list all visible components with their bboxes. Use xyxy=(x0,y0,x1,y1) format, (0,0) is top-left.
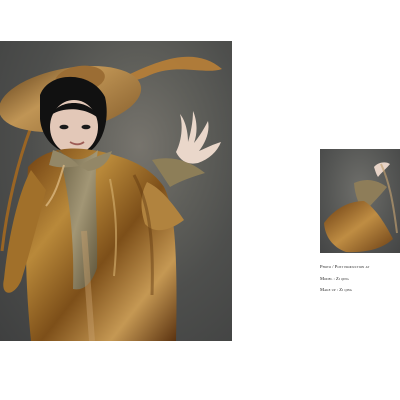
main-photo-illustration xyxy=(0,56,222,341)
raised-hand-shape xyxy=(176,111,221,164)
right-eye-shape xyxy=(81,124,91,130)
makeup-credit: Make up : Zi qing xyxy=(320,287,353,292)
left-eye-shape xyxy=(59,124,69,130)
thumbnail-fashion-photo xyxy=(320,149,400,253)
model-credit: Model : Zi qing xyxy=(320,275,349,281)
photo-production-credit: Photo / Post production at xyxy=(320,264,370,269)
photo-credits-caption: Photo / Post production at Model : Zi qi… xyxy=(320,261,400,296)
lookbook-page: Photo / Post production at Model : Zi qi… xyxy=(0,0,400,400)
main-fashion-photo xyxy=(0,41,232,341)
thumb-sleeve-shape xyxy=(324,201,393,253)
thumbnail-photo-illustration xyxy=(324,162,398,253)
coat-body-shape xyxy=(25,148,177,341)
